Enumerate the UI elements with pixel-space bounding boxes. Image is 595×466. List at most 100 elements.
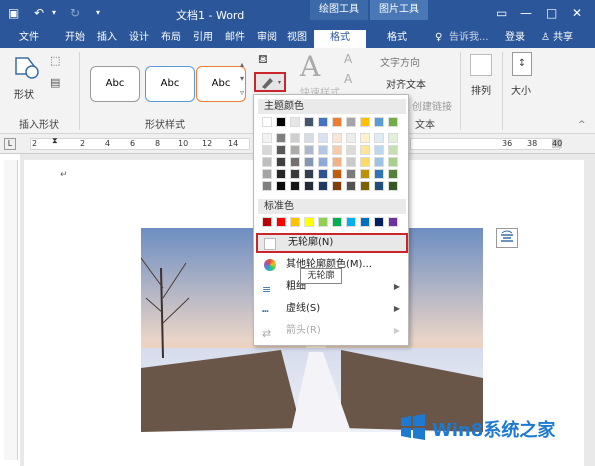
create-link-button[interactable]: 创建链接 bbox=[412, 98, 452, 113]
color-swatch[interactable] bbox=[346, 133, 356, 143]
color-swatch[interactable] bbox=[346, 157, 356, 167]
color-swatch[interactable] bbox=[304, 181, 314, 191]
size-button[interactable]: 大小 bbox=[511, 82, 531, 97]
color-swatch[interactable] bbox=[276, 181, 286, 191]
edit-shape-icon[interactable]: ⬚ bbox=[50, 54, 60, 67]
color-swatch[interactable] bbox=[262, 133, 272, 143]
color-swatch[interactable] bbox=[276, 217, 286, 227]
color-swatch[interactable] bbox=[290, 217, 300, 227]
undo-dropdown-icon[interactable]: ▾ bbox=[52, 5, 56, 21]
ribbon-display-options-icon[interactable]: ▭ bbox=[496, 5, 507, 21]
color-swatch[interactable] bbox=[262, 217, 272, 227]
arrows-item[interactable]: ⇄ 箭头(R) ▶ bbox=[256, 321, 408, 341]
color-swatch[interactable] bbox=[318, 133, 328, 143]
maximize-button[interactable]: □ bbox=[546, 5, 557, 21]
color-swatch[interactable] bbox=[346, 145, 356, 155]
color-swatch[interactable] bbox=[262, 145, 272, 155]
color-swatch[interactable] bbox=[332, 157, 342, 167]
color-swatch[interactable] bbox=[388, 145, 398, 155]
color-swatch[interactable] bbox=[332, 117, 342, 127]
color-swatch[interactable] bbox=[318, 217, 328, 227]
undo-icon[interactable]: ↶ bbox=[34, 5, 44, 21]
color-swatch[interactable] bbox=[290, 117, 300, 127]
tab-insert[interactable]: 插入 bbox=[92, 30, 122, 46]
color-swatch[interactable] bbox=[360, 117, 370, 127]
color-swatch[interactable] bbox=[304, 133, 314, 143]
color-swatch[interactable] bbox=[318, 157, 328, 167]
wordart-a-icon[interactable]: A bbox=[300, 50, 320, 83]
color-swatch[interactable] bbox=[290, 145, 300, 155]
color-swatch[interactable] bbox=[332, 217, 342, 227]
minimize-button[interactable]: — bbox=[520, 5, 532, 21]
color-swatch[interactable] bbox=[276, 169, 286, 179]
text-fill-icon[interactable]: A bbox=[344, 52, 352, 66]
color-swatch[interactable] bbox=[388, 217, 398, 227]
color-swatch[interactable] bbox=[346, 181, 356, 191]
close-button[interactable]: ✕ bbox=[572, 5, 582, 21]
color-swatch[interactable] bbox=[304, 145, 314, 155]
shape-fill-icon[interactable]: ⛾ bbox=[258, 52, 268, 68]
color-swatch[interactable] bbox=[388, 181, 398, 191]
color-swatch[interactable] bbox=[360, 157, 370, 167]
color-swatch[interactable] bbox=[290, 133, 300, 143]
tab-view[interactable]: 视图 bbox=[282, 30, 312, 46]
tab-format-drawing[interactable]: 格式 bbox=[314, 30, 366, 48]
color-swatch[interactable] bbox=[374, 133, 384, 143]
tab-selector-icon[interactable]: L bbox=[4, 138, 16, 150]
color-swatch[interactable] bbox=[318, 169, 328, 179]
share-button[interactable]: 共享 bbox=[548, 30, 578, 46]
color-swatch[interactable] bbox=[346, 117, 356, 127]
tab-references[interactable]: 引用 bbox=[188, 30, 218, 46]
tab-review[interactable]: 审阅 bbox=[252, 30, 282, 46]
color-swatch[interactable] bbox=[332, 133, 342, 143]
sign-in-link[interactable]: 登录 bbox=[500, 30, 530, 46]
color-swatch[interactable] bbox=[262, 157, 272, 167]
indent-marker-icon[interactable]: ⧗ bbox=[52, 136, 58, 146]
color-swatch[interactable] bbox=[332, 169, 342, 179]
color-swatch[interactable] bbox=[276, 117, 286, 127]
color-swatch[interactable] bbox=[290, 181, 300, 191]
shape-style-black[interactable]: Abc bbox=[90, 66, 140, 102]
save-icon[interactable]: ▣ bbox=[8, 5, 19, 21]
tab-home[interactable]: 开始 bbox=[60, 30, 90, 46]
color-swatch[interactable] bbox=[318, 145, 328, 155]
color-swatch[interactable] bbox=[290, 157, 300, 167]
color-swatch[interactable] bbox=[388, 157, 398, 167]
color-swatch[interactable] bbox=[318, 181, 328, 191]
color-swatch[interactable] bbox=[304, 217, 314, 227]
gallery-scroll-icon[interactable]: ▴ ▾ ▿ bbox=[240, 58, 250, 102]
color-swatch[interactable] bbox=[262, 117, 272, 127]
color-swatch[interactable] bbox=[374, 169, 384, 179]
color-swatch[interactable] bbox=[346, 217, 356, 227]
customize-quick-access-icon[interactable]: ▾ bbox=[96, 5, 100, 21]
color-swatch[interactable] bbox=[304, 157, 314, 167]
color-swatch[interactable] bbox=[360, 145, 370, 155]
color-swatch[interactable] bbox=[346, 169, 356, 179]
color-swatch[interactable] bbox=[304, 117, 314, 127]
text-direction-button[interactable]: 文字方向 bbox=[380, 54, 420, 69]
color-swatch[interactable] bbox=[360, 133, 370, 143]
color-swatch[interactable] bbox=[360, 169, 370, 179]
color-swatch[interactable] bbox=[388, 133, 398, 143]
dashes-item[interactable]: ┅ 虚线(S) ▶ bbox=[256, 299, 408, 319]
shape-style-blue[interactable]: Abc bbox=[145, 66, 195, 102]
shape-style-orange[interactable]: Abc bbox=[196, 66, 246, 102]
arrange-button[interactable]: 排列 bbox=[471, 82, 491, 97]
color-swatch[interactable] bbox=[374, 217, 384, 227]
collapse-ribbon-icon[interactable]: ^ bbox=[578, 120, 586, 130]
color-swatch[interactable] bbox=[276, 145, 286, 155]
no-outline-item[interactable]: 无轮廓(N) bbox=[256, 233, 408, 253]
color-swatch[interactable] bbox=[276, 157, 286, 167]
vertical-ruler[interactable] bbox=[4, 160, 18, 460]
tab-layout[interactable]: 布局 bbox=[156, 30, 186, 46]
color-swatch[interactable] bbox=[374, 157, 384, 167]
text-outline-icon[interactable]: A bbox=[344, 72, 352, 86]
color-swatch[interactable] bbox=[332, 145, 342, 155]
color-swatch[interactable] bbox=[290, 169, 300, 179]
shapes-label[interactable]: 形状 bbox=[14, 86, 34, 101]
color-swatch[interactable] bbox=[374, 145, 384, 155]
size-icon[interactable]: ↕ bbox=[512, 52, 532, 76]
color-swatch[interactable] bbox=[262, 181, 272, 191]
align-text-button[interactable]: 对齐文本 bbox=[386, 76, 426, 91]
shapes-gallery-icon[interactable] bbox=[12, 54, 40, 82]
